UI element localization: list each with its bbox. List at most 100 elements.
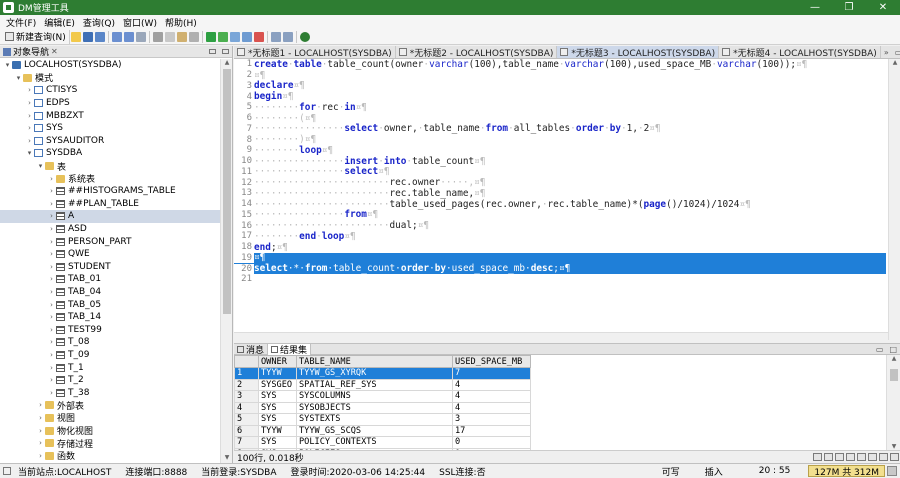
tree-node[interactable]: › 视图 bbox=[0, 412, 220, 424]
tree-node[interactable]: › 存储过程 bbox=[0, 437, 220, 450]
table-cell[interactable]: 17 bbox=[452, 424, 531, 437]
chevron-right-icon[interactable]: › bbox=[47, 389, 56, 397]
tree-node[interactable]: › PERSON_PART bbox=[0, 235, 220, 248]
code-line[interactable]: 8 ········)¤¶ bbox=[234, 134, 886, 145]
code-lines[interactable]: 1 create·table·table_count(owner·varchar(… bbox=[234, 59, 886, 285]
garbage-collect-icon[interactable] bbox=[887, 466, 897, 476]
row-number[interactable]: 1 bbox=[234, 367, 259, 380]
table-cell[interactable]: TYYW bbox=[258, 367, 297, 380]
settings-icon[interactable] bbox=[890, 453, 899, 461]
chevron-right-icon[interactable]: › bbox=[36, 452, 45, 460]
tab-query-1[interactable]: *无标题1 - LOCALHOST(SYSDBA) bbox=[234, 46, 396, 59]
table-cell[interactable]: SYSOBJECTS bbox=[296, 401, 453, 414]
tab-result-set[interactable]: 结果集 bbox=[267, 343, 312, 356]
tree-node[interactable]: › T_1 bbox=[0, 361, 220, 374]
menu-window[interactable]: 窗口(W) bbox=[119, 16, 161, 29]
new-query-button[interactable]: 新建查询(N) bbox=[2, 29, 70, 44]
table-row[interactable]: 7 SYS POLICY_CONTEXTS 0 bbox=[234, 436, 531, 449]
prev-page-icon[interactable] bbox=[824, 453, 833, 461]
chevron-right-icon[interactable]: › bbox=[47, 263, 56, 271]
code-line[interactable]: 11 ················select¤¶ bbox=[234, 166, 886, 177]
maximize-button[interactable]: ❐ bbox=[832, 0, 866, 15]
chevron-right-icon[interactable]: › bbox=[47, 338, 56, 346]
minimize-panel-icon[interactable]: ▭ bbox=[892, 48, 900, 57]
format-icon[interactable] bbox=[135, 31, 146, 42]
chevron-down-icon[interactable]: ▾ bbox=[36, 162, 45, 170]
chevron-right-icon[interactable]: › bbox=[47, 288, 56, 296]
code-line[interactable]: 7 ················select·owner,·table_nam… bbox=[234, 123, 886, 134]
row-number[interactable]: 6 bbox=[234, 424, 259, 437]
chevron-right-icon[interactable]: › bbox=[25, 112, 34, 120]
chevron-right-icon[interactable]: › bbox=[47, 250, 56, 258]
chevron-right-icon[interactable]: › bbox=[25, 99, 34, 107]
debug-icon[interactable] bbox=[241, 31, 252, 42]
sql-editor[interactable]: 1 create·table·table_count(owner·varchar(… bbox=[234, 59, 900, 340]
scroll-up-icon[interactable]: ▲ bbox=[887, 355, 900, 362]
code-line[interactable]: 15 ················from¤¶ bbox=[234, 209, 886, 220]
chevron-right-icon[interactable]: › bbox=[47, 351, 56, 359]
minimize-button[interactable]: — bbox=[798, 0, 832, 15]
code-line[interactable]: 9 ········loop¤¶ bbox=[234, 145, 886, 156]
code-line[interactable]: 21 bbox=[234, 274, 886, 285]
column-header[interactable]: OWNER bbox=[258, 355, 297, 368]
tree-node[interactable]: › T_38 bbox=[0, 386, 220, 399]
chevron-right-icon[interactable]: › bbox=[47, 275, 56, 283]
row-number[interactable]: 7 bbox=[234, 436, 259, 449]
table-cell[interactable]: TYYW_GS_XYRQK bbox=[296, 367, 453, 380]
chevron-right-icon[interactable]: › bbox=[47, 187, 56, 195]
row-number[interactable]: 4 bbox=[234, 401, 259, 414]
chevron-right-icon[interactable]: › bbox=[47, 301, 56, 309]
rollback-icon[interactable] bbox=[282, 31, 293, 42]
tree-node[interactable]: › QWE bbox=[0, 248, 220, 261]
table-row[interactable]: 6 TYYW TYYW_GS_SCQS 17 bbox=[234, 424, 531, 437]
maximize-panel-icon[interactable]: □ bbox=[886, 345, 900, 354]
tree-node[interactable]: › STUDENT bbox=[0, 261, 220, 274]
chevron-right-icon[interactable]: › bbox=[47, 212, 56, 220]
minimize-panel-icon[interactable]: ▭ bbox=[873, 345, 887, 354]
tree-node[interactable]: ▾ LOCALHOST(SYSDBA) bbox=[0, 59, 220, 72]
menu-query[interactable]: 查询(Q) bbox=[79, 16, 119, 29]
column-header[interactable]: TABLE_NAME bbox=[296, 355, 453, 368]
chevron-right-icon[interactable]: › bbox=[25, 86, 34, 94]
chevron-right-icon[interactable]: › bbox=[25, 137, 34, 145]
code-line[interactable]: 5 ········for·rec·in¤¶ bbox=[234, 102, 886, 113]
chevron-down-icon[interactable]: ▾ bbox=[3, 61, 12, 69]
table-row[interactable]: 5 SYS SYSTEXTS 3 bbox=[234, 413, 531, 426]
tree-scrollbar[interactable]: ▲ ▼ bbox=[220, 59, 232, 463]
table-cell[interactable]: TYYW bbox=[258, 424, 297, 437]
tree-node[interactable]: › TAB_14 bbox=[0, 311, 220, 324]
result-grid[interactable]: OWNER TABLE_NAME USED_SPACE_MB 1 TYYW TYYW_G… bbox=[234, 355, 886, 450]
tree-node[interactable]: › 函数 bbox=[0, 449, 220, 462]
code-line[interactable]: 13 ························rec.table_name… bbox=[234, 188, 886, 199]
chevron-right-icon[interactable]: › bbox=[47, 238, 56, 246]
table-cell[interactable]: POLICY_CONTEXTS bbox=[296, 436, 453, 449]
table-cell[interactable]: 4 bbox=[452, 390, 531, 403]
tree-node[interactable]: › CTISYS bbox=[0, 84, 220, 97]
copy-icon[interactable] bbox=[164, 31, 175, 42]
refresh-icon[interactable] bbox=[868, 453, 877, 461]
tree-node[interactable]: › ASD bbox=[0, 223, 220, 236]
table-cell[interactable]: 0 bbox=[452, 436, 531, 449]
code-line[interactable]: 18 end;¤¶ bbox=[234, 242, 886, 253]
code-line[interactable]: 17 ········end·loop¤¶ bbox=[234, 231, 886, 242]
tree-node[interactable]: › TAB_04 bbox=[0, 286, 220, 299]
chevron-right-icon[interactable]: › bbox=[47, 364, 56, 372]
tree-node[interactable]: ▾ 模式 bbox=[0, 72, 220, 84]
execute-icon[interactable] bbox=[205, 31, 216, 42]
table-row[interactable]: 3 SYS SYSCOLUMNS 4 bbox=[234, 390, 531, 403]
close-button[interactable]: ✕ bbox=[866, 0, 900, 15]
scroll-thumb[interactable] bbox=[890, 369, 898, 381]
tree-node[interactable]: › 外部表 bbox=[0, 399, 220, 412]
chevron-down-icon[interactable]: ▾ bbox=[14, 74, 23, 82]
close-icon[interactable]: ✕ bbox=[51, 47, 58, 56]
filter-icon[interactable] bbox=[879, 453, 888, 461]
tab-query-3[interactable]: *无标题3 - LOCALHOST(SYSDBA) bbox=[557, 46, 720, 59]
object-tree[interactable]: ▾ LOCALHOST(SYSDBA) ▾ 模式 › CTISYS › EDPS › MBBZXT… bbox=[0, 59, 220, 463]
chevron-right-icon[interactable]: › bbox=[36, 427, 45, 435]
tab-messages[interactable]: 消息 bbox=[234, 344, 267, 356]
table-cell[interactable]: SYS bbox=[258, 390, 297, 403]
maximize-panel-icon[interactable] bbox=[222, 49, 229, 54]
menu-edit[interactable]: 编辑(E) bbox=[40, 16, 79, 29]
execute-script-icon[interactable] bbox=[217, 31, 228, 42]
redo-icon[interactable] bbox=[123, 31, 134, 42]
